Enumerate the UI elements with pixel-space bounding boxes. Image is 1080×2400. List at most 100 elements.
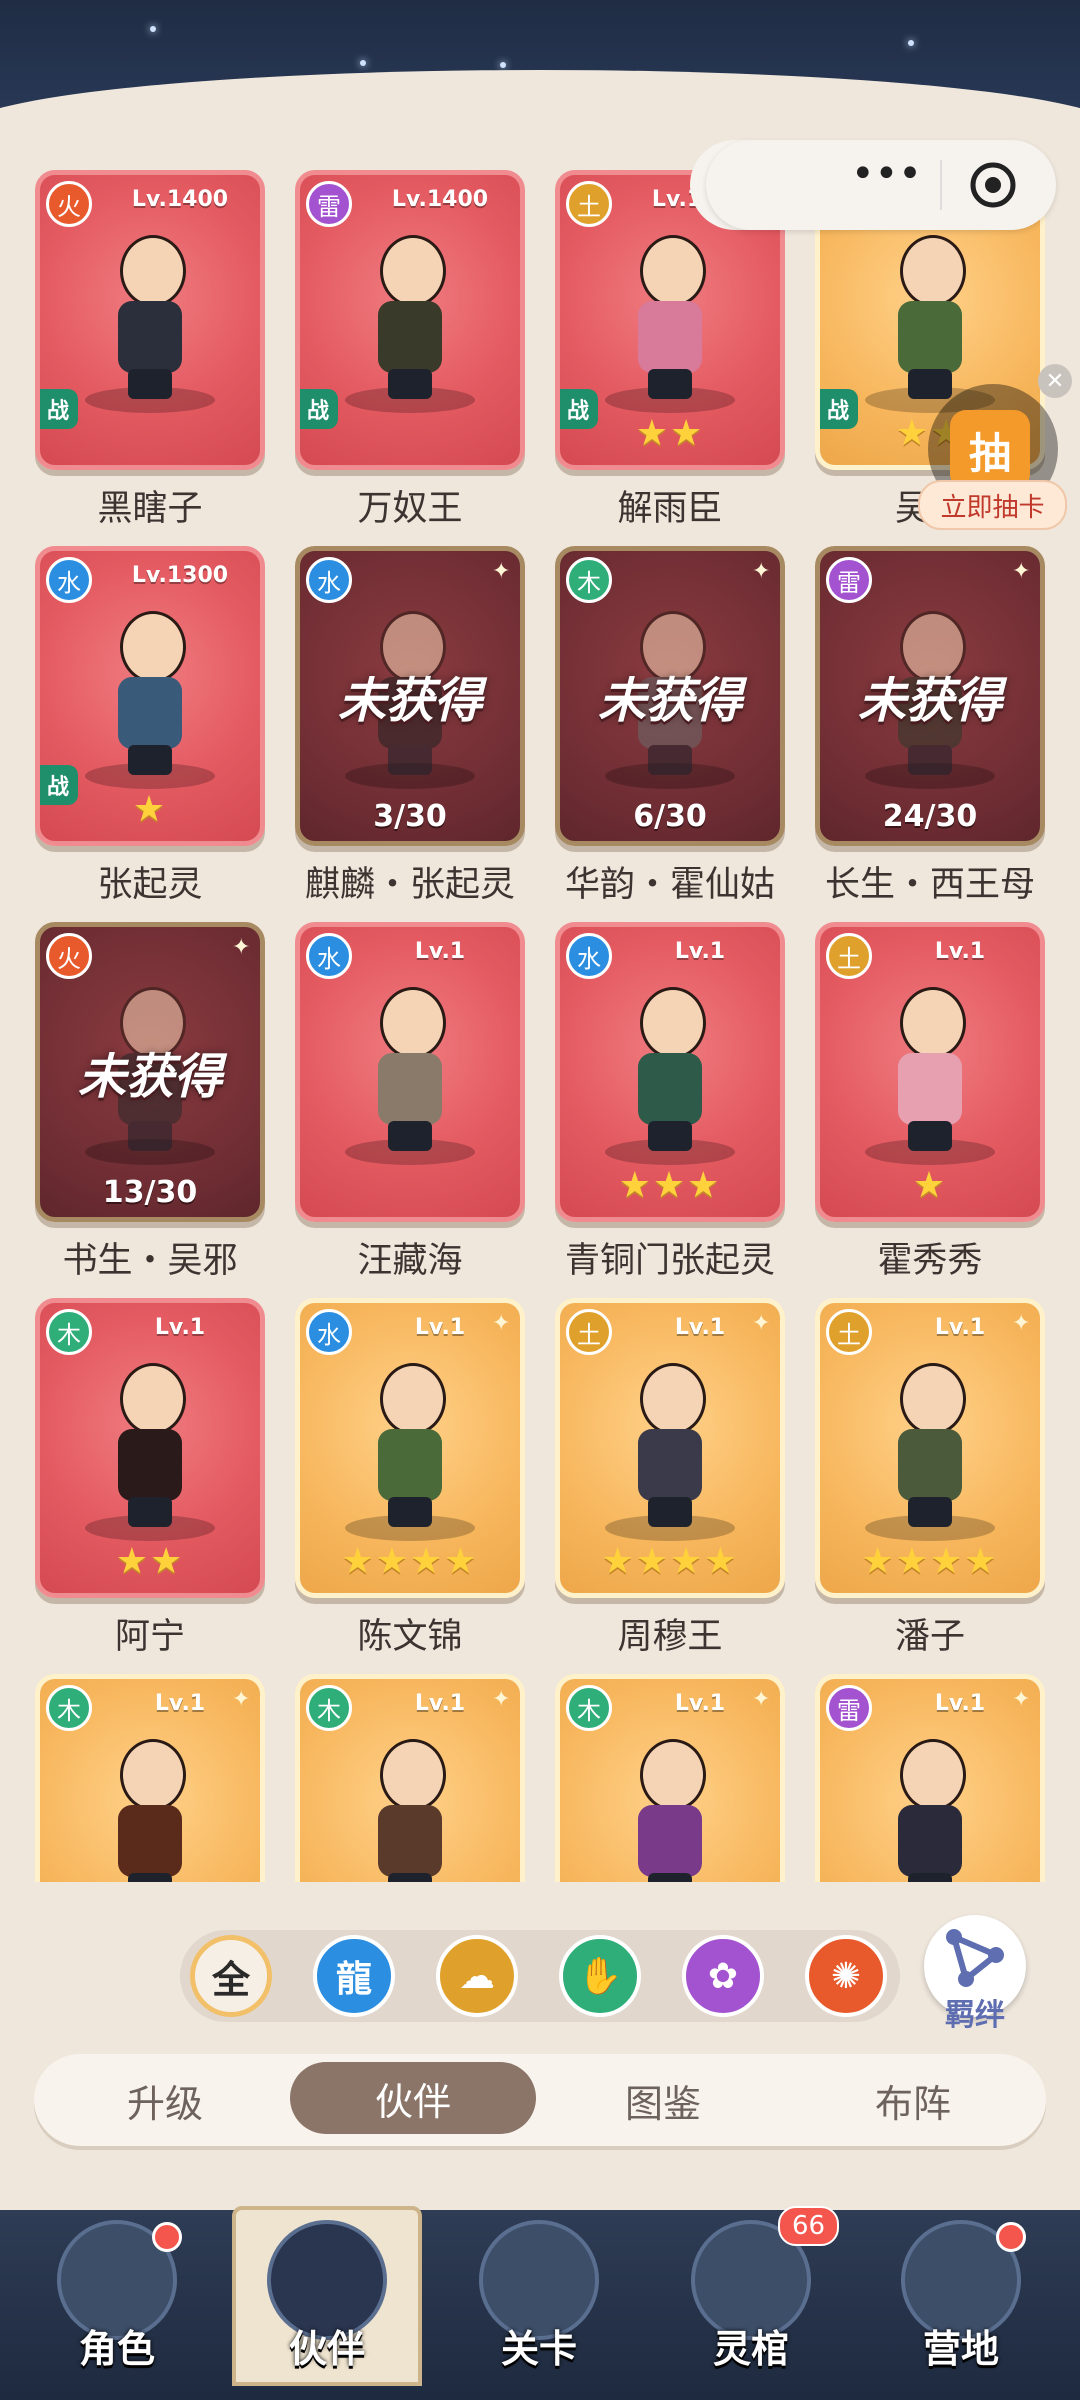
- star-sparkle: [500, 62, 506, 68]
- character-body: [898, 301, 962, 373]
- partner-card[interactable]: 水 Lv.1 ★★★: [555, 922, 785, 1222]
- character-portrait: [90, 235, 210, 405]
- character-portrait: [870, 1363, 990, 1533]
- partner-card[interactable]: 雷 ✦ 未获得 24/30: [815, 546, 1045, 846]
- partner-card[interactable]: 木 ✦ Lv.1: [295, 1674, 525, 1882]
- character-head: [380, 235, 446, 307]
- character-body: [118, 1429, 182, 1501]
- character-portrait: [870, 1739, 990, 1882]
- tab-formation[interactable]: 布阵: [790, 2054, 1036, 2146]
- level-label: Lv.1: [414, 1315, 466, 1340]
- shard-progress: 13/30: [102, 1175, 198, 1210]
- level-label: Lv.1400: [391, 187, 489, 212]
- draw-now-caption[interactable]: 立即抽卡: [918, 480, 1067, 530]
- character-portrait: [90, 611, 210, 781]
- character-legs: [648, 1497, 692, 1527]
- character-legs: [128, 1873, 172, 1882]
- character-legs: [908, 369, 952, 399]
- partner-card[interactable]: 木 ✦ Lv.1: [35, 1674, 265, 1882]
- nav-sword-stage[interactable]: 关卡: [444, 2200, 634, 2390]
- partner-card[interactable]: 雷 ✦ Lv.1: [815, 1674, 1045, 1882]
- character-portrait: [350, 1739, 470, 1882]
- partner-card[interactable]: 土 ✦ Lv.1 ★★★★: [815, 1298, 1045, 1598]
- partner-card[interactable]: 火 Lv.1400 战: [35, 170, 265, 470]
- hand-wood-icon: ✋: [577, 1956, 623, 1997]
- character-portrait: [350, 987, 470, 1157]
- nav-partner[interactable]: 伙伴: [232, 2200, 422, 2390]
- nav-coffin[interactable]: 灵棺 66: [656, 2200, 846, 2390]
- character-legs: [128, 1497, 172, 1527]
- character-head: [120, 235, 186, 307]
- star-rating: ★★: [635, 413, 705, 454]
- filter-wood-button[interactable]: ✋: [559, 1935, 641, 2017]
- star-rating: ★★★★: [341, 1541, 479, 1582]
- partner-card[interactable]: 水 Lv.1300 战 ★: [35, 546, 265, 846]
- sparkle-icon: ✦: [492, 559, 511, 584]
- character-head: [640, 1739, 706, 1811]
- star-rating: ★: [912, 1165, 948, 1206]
- filter-thunder-button[interactable]: ✿: [682, 1935, 764, 2017]
- partner-card[interactable]: 火 ✦ 未获得 13/30: [35, 922, 265, 1222]
- tab-partner[interactable]: 伙伴: [290, 2062, 536, 2134]
- more-dots-icon[interactable]: •••: [851, 154, 922, 204]
- character-head: [640, 987, 706, 1059]
- level-label: Lv.1: [154, 1691, 206, 1716]
- partner-card[interactable]: 土 ✦ Lv.1 ★★★★: [555, 1298, 785, 1598]
- level-label: Lv.1400: [131, 187, 229, 212]
- partner-card[interactable]: 土 Lv.1 ★: [815, 922, 1045, 1222]
- star-sparkle: [712, 92, 718, 98]
- close-icon[interactable]: ✕: [1038, 364, 1072, 398]
- partner-card[interactable]: 木 ✦ Lv.1: [555, 1674, 785, 1882]
- character-legs: [388, 1497, 432, 1527]
- partner-name: 解雨臣: [617, 489, 723, 529]
- nav-label: 角色: [78, 2327, 155, 2371]
- draw-card-button[interactable]: 抽: [950, 410, 1030, 490]
- character-head: [900, 1739, 966, 1811]
- partner-card[interactable]: 木 ✦ 未获得 6/30: [555, 546, 785, 846]
- wood-element-icon: 木: [566, 1685, 612, 1731]
- filter-earth-button[interactable]: ☁: [436, 1935, 518, 2017]
- tab-upgrade[interactable]: 升级: [42, 2054, 288, 2146]
- battle-badge: 战: [300, 389, 338, 429]
- level-label: Lv.1: [414, 1691, 466, 1716]
- notification-dot: [152, 2222, 182, 2252]
- water-element-icon: 水: [306, 1309, 352, 1355]
- capsule-divider: [940, 160, 942, 210]
- partner-card[interactable]: 雷 Lv.1400 战: [295, 170, 525, 470]
- nav-tent-camp[interactable]: 营地: [866, 2200, 1056, 2390]
- water-element-icon: 水: [306, 933, 352, 979]
- partner-name: 书生・吴邪: [62, 1241, 238, 1281]
- character-legs: [128, 745, 172, 775]
- character-portrait: [610, 235, 730, 405]
- partner-name: 长生・西王母: [824, 865, 1035, 905]
- partner-card[interactable]: 水 Lv.1: [295, 922, 525, 1222]
- character-body: [638, 1053, 702, 1125]
- record-icon[interactable]: [968, 160, 1018, 210]
- character-legs: [388, 369, 432, 399]
- character-legs: [908, 745, 952, 775]
- partner-card[interactable]: 水 ✦ 未获得 3/30: [295, 546, 525, 846]
- star-rating: ★★★★: [861, 1541, 999, 1582]
- thunder-element-icon: 雷: [826, 1685, 872, 1731]
- nav-label: 营地: [922, 2327, 999, 2371]
- mini-program-capsule: •••: [706, 140, 1056, 230]
- earth-element-icon: 土: [566, 1309, 612, 1355]
- partner-card[interactable]: 水 ✦ Lv.1 ★★★★: [295, 1298, 525, 1598]
- star-sparkle: [360, 60, 366, 66]
- character-head: [640, 1363, 706, 1435]
- night-sky-header: [0, 0, 1080, 190]
- nav-character[interactable]: 角色: [22, 2200, 212, 2390]
- shard-progress: 6/30: [633, 799, 707, 834]
- dragon-water-icon: 龍: [335, 1959, 372, 2000]
- character-body: [118, 677, 182, 749]
- partner-card[interactable]: 木 Lv.1 ★★: [35, 1298, 265, 1598]
- tab-codex[interactable]: 图鉴: [540, 2054, 786, 2146]
- not-obtained-text: 未获得: [77, 1049, 222, 1105]
- bond-label: 羁绊: [945, 1998, 1005, 2033]
- filter-fire-button[interactable]: ✺: [805, 1935, 887, 2017]
- character-legs: [908, 1873, 952, 1882]
- filter-water-button[interactable]: 龍: [313, 1935, 395, 2017]
- lotus-thunder-icon: ✿: [707, 1955, 739, 1997]
- filter-all-button[interactable]: 全: [190, 1935, 272, 2017]
- shard-progress: 3/30: [373, 799, 447, 834]
